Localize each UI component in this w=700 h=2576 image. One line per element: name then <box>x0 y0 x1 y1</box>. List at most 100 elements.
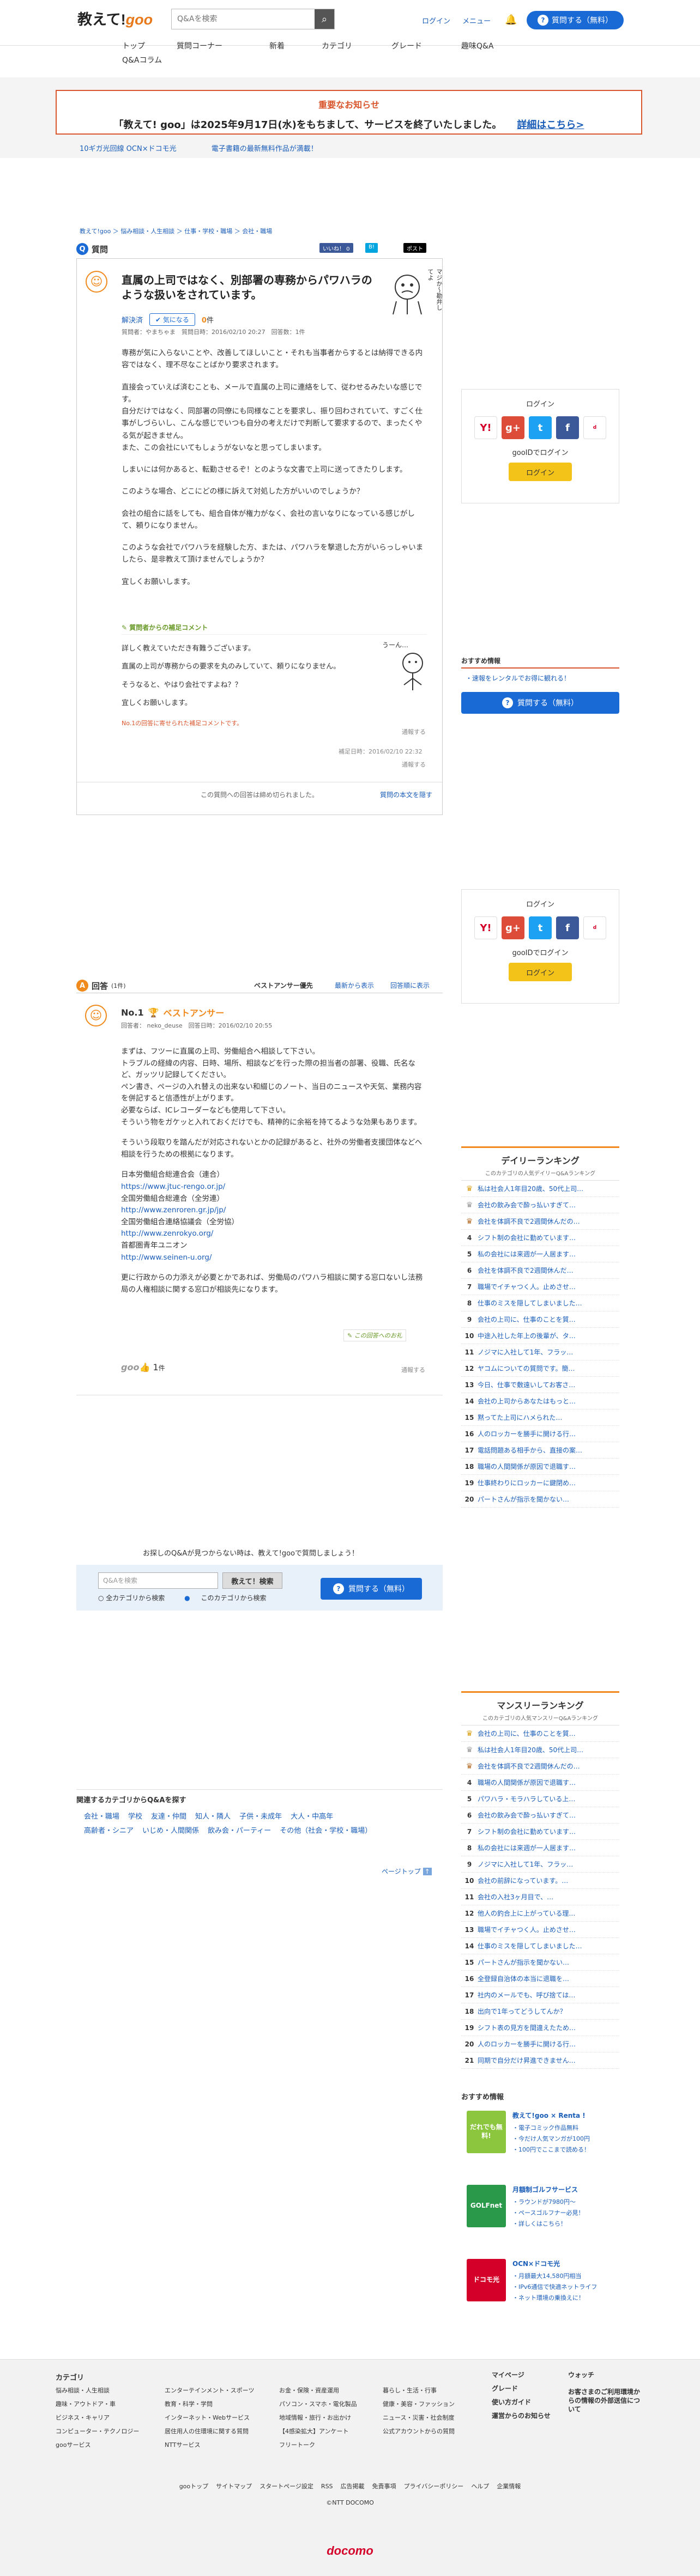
banner-ocn[interactable]: 10ギガ光回線 OCN×ドコモ光 <box>80 145 177 153</box>
bottom-search-input[interactable]: Q&Aを検索 <box>98 1572 218 1589</box>
ranking-item[interactable]: ♛ 会社を体調不良で2週間休んだの… <box>461 1213 619 1230</box>
radio-this-category[interactable]: ● このカテゴリから検索 <box>184 1594 275 1602</box>
promo-ocn[interactable]: ドコモ光 OCN×ドコモ光 ・月額最大14,580円相当 ・IPv6通信で快適ネ… <box>467 2259 619 2324</box>
me-too-button[interactable]: ✔ 気になる <box>149 313 195 326</box>
tab-newest[interactable]: 最新から表示 <box>335 981 374 990</box>
ranking-item[interactable]: 13 今日、仕事で敷遠いしてお客さ… <box>461 1377 619 1393</box>
ask-button-side[interactable]: ? 質問する（無料） <box>461 692 619 714</box>
ranking-item[interactable]: 6 会社を体調不良で2週間休んだ… <box>461 1262 619 1279</box>
footer-bottom-link[interactable]: サイトマップ <box>216 2483 252 2490</box>
ranking-item[interactable]: 12 他人の釣合上に上がっている理… <box>461 1905 619 1922</box>
ranking-item[interactable]: 19 仕事終わりにロッカーに鍵閉め… <box>461 1475 619 1491</box>
ranking-item[interactable]: 17 電話問題ある相手から、直接の案… <box>461 1442 619 1459</box>
login-button-1[interactable]: ログイン <box>509 463 572 481</box>
link-seinen-union[interactable]: http://www.seinen-u.org/ <box>121 1253 212 1262</box>
ranking-item[interactable]: 18 出向で1年ってどうしてんか？ <box>461 2003 619 2020</box>
radio-all-categories[interactable]: ○ 全カテゴリから検索 <box>98 1594 173 1602</box>
related-category-link[interactable]: その他（社会・学校・職場） <box>280 1827 372 1835</box>
twitter-icon[interactable]: t <box>529 916 552 939</box>
menu-link[interactable]: メニュー <box>462 17 491 26</box>
ranking-item[interactable]: 8 私の会社には来週が一人居ます… <box>461 1840 619 1856</box>
ranking-item[interactable]: 16 全登録自治体の本当に退職を… <box>461 1971 619 1987</box>
report-link-question[interactable]: 通報する <box>402 760 426 769</box>
page-top-link[interactable]: ページトップ ↑ <box>382 1867 432 1876</box>
breadcrumb[interactable]: 教えて!goo ＞ 悩み相談・人生相談 ＞ 仕事・学校・職場 ＞ 会社・職場 <box>80 227 272 235</box>
bell-icon[interactable]: 🔔 <box>505 14 517 26</box>
nav-hobby[interactable]: 趣味Q&A <box>461 40 494 51</box>
answer-thanks-tag[interactable]: ✎ この回答へのお礼 <box>343 1329 406 1341</box>
ranking-item[interactable]: 10 中途入社した年上の後輩が、タ… <box>461 1328 619 1344</box>
ranking-item[interactable]: 13 職場でイチャつく人。止めさせ… <box>461 1922 619 1938</box>
ranking-item[interactable]: ♛ 会社を体調不良で2週間休んだの… <box>461 1758 619 1775</box>
related-category-link[interactable]: 会社・職場 <box>84 1813 119 1821</box>
ranking-item[interactable]: 15 黙ってた上司にハメられた… <box>461 1409 619 1426</box>
answer-goo-count[interactable]: goo👍 1件 <box>121 1362 165 1372</box>
footer-bottom-link[interactable]: 企業情報 <box>497 2483 521 2490</box>
ranking-item[interactable]: ♛ 会社の飲み会で酔っ払いすぎて… <box>461 1197 619 1213</box>
facebook-icon[interactable]: f <box>556 916 579 939</box>
notice-detail-link[interactable]: 詳細はこちら> <box>517 119 584 131</box>
nav-new[interactable]: 新着 <box>269 40 285 51</box>
related-category-link[interactable]: 高齢者・シニア <box>84 1827 134 1835</box>
promo-renta[interactable]: だれでも無料! 教えて!goo × Renta ! ・電子コミック作品無料 ・今… <box>467 2111 619 2176</box>
login-button-2[interactable]: ログイン <box>509 963 572 981</box>
ranking-item[interactable]: 19 シフト表の見方を間違えたため… <box>461 2020 619 2036</box>
related-category-link[interactable]: 子供・未成年 <box>239 1813 282 1821</box>
ranking-item[interactable]: 5 パワハラ・モラハラしている上… <box>461 1791 619 1807</box>
yahoo-icon[interactable]: Y! <box>474 416 497 439</box>
related-category-link[interactable]: 学校 <box>128 1813 142 1821</box>
nav-top[interactable]: トップ <box>122 40 145 51</box>
ranking-item[interactable]: 9 ノジマに入社して1年、フラッ… <box>461 1856 619 1873</box>
footer-bottom-link[interactable]: gooトップ <box>179 2483 208 2490</box>
ranking-item[interactable]: 11 ノジマに入社して1年、フラッ… <box>461 1344 619 1360</box>
hatena-button[interactable]: B! <box>365 243 378 253</box>
twitter-icon[interactable]: t <box>529 416 552 439</box>
ranking-item[interactable]: 12 ヤコムについての質問です。簡… <box>461 1360 619 1377</box>
login-link[interactable]: ログイン <box>422 17 450 26</box>
related-category-link[interactable]: 大人・中高年 <box>291 1813 333 1821</box>
search-input[interactable] <box>172 9 315 29</box>
ranking-item[interactable]: 6 会社の飲み会で酔っ払いすぎて… <box>461 1807 619 1824</box>
related-category-link[interactable]: 友達・仲間 <box>151 1813 186 1821</box>
footer-bottom-link[interactable]: スタートページ設定 <box>260 2483 313 2490</box>
recommend-link[interactable]: ・速報をレンタルでお得に観れる！ <box>466 673 570 683</box>
ranking-item[interactable]: 18 職場の人間関係が原因で退職す… <box>461 1459 619 1475</box>
ranking-item[interactable]: 15 パートさんが指示を聞かない… <box>461 1954 619 1971</box>
goo-logo[interactable]: 教えて!goo <box>77 8 153 29</box>
ask-button-bottom[interactable]: ? 質問する（無料） <box>321 1578 422 1600</box>
ask-button-header[interactable]: ? 質問する（無料） <box>527 11 624 29</box>
nav-questions[interactable]: 質問コーナー <box>177 40 222 51</box>
ranking-item[interactable]: 5 私の会社には来週が一人居ます… <box>461 1246 619 1262</box>
tab-answer-order[interactable]: 回答順に表示 <box>390 981 430 990</box>
link-rengo[interactable]: https://www.jtuc-rengo.or.jp/ <box>121 1182 225 1191</box>
nav-grade[interactable]: グレード <box>391 40 422 51</box>
ranking-item[interactable]: 7 職場でイチャつく人。止めさせ… <box>461 1279 619 1295</box>
ranking-item[interactable]: 9 会社の上司に、仕事のことを質… <box>461 1311 619 1328</box>
ranking-item[interactable]: 20 パートさんが指示を聞かない… <box>461 1491 619 1508</box>
footer-bottom-link[interactable]: プライバシーポリシー <box>404 2483 464 2490</box>
nav-column[interactable]: Q&Aコラム <box>122 54 162 65</box>
ranking-item[interactable]: 7 シフト制の会社に勤めています… <box>461 1824 619 1840</box>
supplement-reply-note[interactable]: No.1の回答に寄せられた補足コメントです。 <box>122 719 243 727</box>
tab-best-first[interactable]: ベストアンサー優先 <box>254 981 313 990</box>
yahoo-icon[interactable]: Y! <box>474 916 497 939</box>
footer-bottom-link[interactable]: RSS <box>321 2483 333 2490</box>
search-button[interactable]: ⌕ <box>315 9 334 29</box>
footer-bottom-link[interactable]: 広告掲載 <box>341 2483 365 2490</box>
ranking-item[interactable]: 10 会社の前辞になっています。… <box>461 1873 619 1889</box>
link-zenrokyo[interactable]: http://www.zenrokyo.org/ <box>121 1229 213 1238</box>
google-plus-icon[interactable]: g+ <box>502 916 524 939</box>
google-plus-icon[interactable]: g+ <box>502 416 524 439</box>
ranking-item[interactable]: 4 職場の人間関係が原因で退職す… <box>461 1775 619 1791</box>
docomo-icon[interactable]: d <box>583 916 606 939</box>
facebook-like-button[interactable]: いいね！ 0 <box>319 243 353 253</box>
link-zenroren[interactable]: http://www.zenroren.gr.jp/jp/ <box>121 1206 226 1214</box>
ranking-item[interactable]: 17 社内のメールでも、呼び捨ては… <box>461 1987 619 2003</box>
docomo-logo[interactable]: docomo <box>0 2544 700 2558</box>
ranking-item[interactable]: 11 会社の入社3ヶ月目で、… <box>461 1889 619 1905</box>
ranking-item[interactable]: ♛ 私は社会人1年目20歳、50代上司… <box>461 1181 619 1197</box>
related-category-link[interactable]: いじめ・人間関係 <box>142 1827 199 1835</box>
ranking-item[interactable]: 21 同期で自分だけ昇進できません… <box>461 2052 619 2069</box>
ranking-item[interactable]: 4 シフト制の会社に勤めています… <box>461 1230 619 1246</box>
nav-category[interactable]: カテゴリ <box>322 40 352 51</box>
